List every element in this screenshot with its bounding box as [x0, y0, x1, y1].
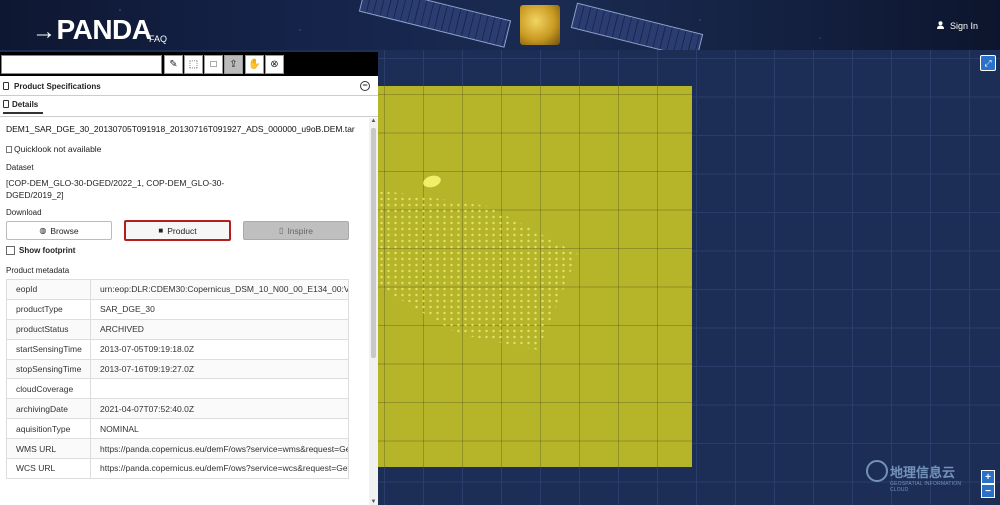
panel-title: Product Specifications [14, 81, 101, 91]
faq-link[interactable]: FAQ [149, 34, 167, 44]
metadata-value: https://panda.copernicus.eu/demF/ows?ser… [90, 458, 349, 479]
globe-icon [866, 460, 888, 482]
show-footprint-checkbox[interactable]: Show footprint [6, 246, 75, 255]
show-footprint-label: Show footprint [19, 246, 76, 255]
metadata-key: WMS URL [6, 438, 91, 460]
clear-button[interactable]: ⊗ [265, 55, 284, 74]
metadata-value: 2013-07-16T09:19:27.0Z [90, 358, 349, 380]
select-box-button[interactable]: ⬚ [184, 55, 203, 74]
metadata-value: ARCHIVED [90, 318, 349, 340]
dataset-label: Dataset [6, 163, 34, 172]
user-icon [936, 21, 944, 31]
metadata-value: 2021-04-07T07:52:40.0Z [90, 398, 349, 420]
metadata-key: stopSensingTime [6, 358, 91, 380]
table-row: aquisitionType NOMINAL [6, 418, 349, 440]
table-row: WMS URL https://panda.copernicus.eu/demF/… [6, 438, 349, 460]
scrollbar-thumb[interactable] [371, 128, 376, 358]
zoom-out-button[interactable]: − [981, 484, 995, 498]
rectangle-button[interactable]: □ [204, 55, 223, 74]
watermark-logo: 地理信息云 GEOSPATIAL INFORMATION CLOUD [862, 456, 978, 493]
table-row: productType SAR_DGE_30 [6, 298, 349, 320]
divider [0, 116, 378, 117]
search-input[interactable] [1, 55, 162, 74]
quicklook-text: Quicklook not available [14, 144, 102, 154]
panel-header: Product Specifications − [0, 77, 378, 95]
upload-button[interactable]: ⇪ [224, 55, 243, 74]
satellite-body [520, 5, 560, 45]
table-row: archivingDate 2021-04-07T07:52:40.0Z [6, 398, 349, 420]
panda-logo[interactable]: →PANDA [32, 14, 152, 46]
metadata-key: WCS URL [6, 458, 91, 479]
metadata-key: startSensingTime [6, 338, 91, 360]
details-content: DEM1_SAR_DGE_30_20130705T091918_20130716… [0, 118, 369, 505]
metadata-key: aquisitionType [6, 418, 91, 440]
expand-icon: ⤢ [984, 57, 992, 68]
select-box-icon: ⬚ [188, 59, 199, 70]
tab-details[interactable]: Details [3, 96, 43, 114]
product-button[interactable]: ■ Product [124, 220, 231, 241]
divider [0, 95, 378, 96]
watermark-subtitle: GEOSPATIAL INFORMATION CLOUD [890, 481, 962, 493]
hand-icon: ✋ [248, 59, 261, 70]
metadata-value [90, 378, 349, 400]
panel-scrollbar[interactable]: ▲ ▼ [369, 118, 378, 505]
table-row: startSensingTime 2013-07-05T09:19:18.0Z [6, 338, 349, 360]
product-panel: Product Specifications − Details DEM1_SA… [0, 76, 378, 505]
metadata-table: eopId urn:eop:DLR:CDEM30:Copernicus_DSM_1… [6, 279, 349, 479]
metadata-key: eopId [6, 279, 91, 300]
archive-icon: ■ [158, 226, 164, 235]
table-row: WCS URL https://panda.copernicus.eu/demF/… [6, 458, 349, 479]
fullscreen-button[interactable]: ⤢ [980, 55, 996, 71]
map-toolbar: ✎ ⬚ □ ⇪ ✋ ⊗ [0, 52, 378, 76]
table-row: productStatus ARCHIVED [6, 318, 349, 340]
checkbox[interactable] [6, 246, 15, 255]
collapse-icon[interactable]: − [360, 81, 370, 91]
draw-button[interactable]: ✎ [164, 55, 183, 74]
download-label: Download [6, 208, 42, 217]
broken-image-icon [6, 145, 12, 153]
metadata-value: NOMINAL [90, 418, 349, 440]
metadata-value: https://panda.copernicus.eu/demF/ows?ser… [90, 438, 349, 460]
square-icon: □ [210, 59, 217, 70]
metadata-value: 2013-07-05T09:19:18.0Z [90, 338, 349, 360]
clear-icon: ⊗ [270, 59, 279, 70]
document-icon [3, 82, 9, 90]
dataset-value: [COP-DEM_GLO-30-DGED/2022_1, COP-DEM_GLO… [6, 178, 225, 200]
pencil-icon: ✎ [169, 59, 178, 70]
browse-button[interactable]: ◍ Browse [6, 221, 112, 240]
product-label: Product [167, 225, 197, 236]
metadata-key: productType [6, 298, 91, 320]
zoom-in-button[interactable]: + [981, 470, 995, 484]
inspire-label: Inspire [287, 225, 313, 236]
logo-text: PANDA [56, 14, 152, 45]
inspire-button[interactable]: ▯ Inspire [243, 221, 349, 240]
upload-icon: ⇪ [229, 59, 238, 70]
metadata-value: SAR_DGE_30 [90, 298, 349, 320]
browse-label: Browse [50, 225, 79, 236]
metadata-label: Product metadata [6, 266, 70, 275]
table-row: cloudCoverage [6, 378, 349, 400]
arrow-right-icon: → [32, 18, 56, 45]
table-row: eopId urn:eop:DLR:CDEM30:Copernicus_DSM_1… [6, 279, 349, 300]
pan-button[interactable]: ✋ [245, 55, 264, 74]
document-icon [3, 100, 9, 108]
metadata-key: productStatus [6, 318, 91, 340]
scroll-down-icon[interactable]: ▼ [370, 499, 377, 505]
globe-icon: ◍ [39, 226, 47, 235]
top-header: →PANDA FAQ Sign In [0, 0, 1000, 50]
sign-in-button[interactable]: Sign In [936, 21, 978, 31]
product-filename: DEM1_SAR_DGE_30_20130705T091918_20130716… [6, 124, 355, 134]
metadata-key: archivingDate [6, 398, 91, 420]
metadata-value: urn:eop:DLR:CDEM30:Copernicus_DSM_10_N00… [90, 279, 349, 300]
file-icon: ▯ [279, 226, 284, 235]
table-row: stopSensingTime 2013-07-16T09:19:27.0Z [6, 358, 349, 380]
metadata-key: cloudCoverage [6, 378, 91, 400]
watermark-title: 地理信息云 [890, 465, 956, 480]
scroll-up-icon[interactable]: ▲ [370, 118, 377, 124]
tab-details-label: Details [12, 99, 39, 109]
quicklook-image: Quicklook not available [6, 144, 101, 154]
sign-in-label: Sign In [949, 21, 978, 31]
